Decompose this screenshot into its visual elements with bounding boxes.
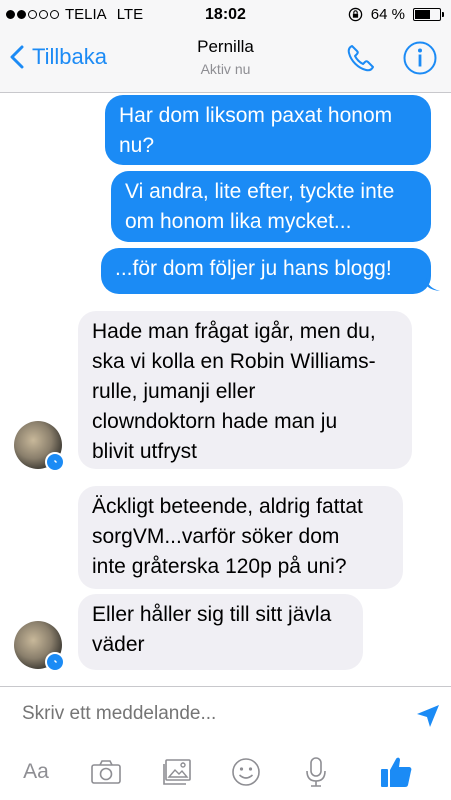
message-line: Har dom liksom paxat honom bbox=[119, 104, 393, 127]
avatar[interactable] bbox=[14, 621, 65, 672]
battery-icon bbox=[413, 8, 444, 21]
message-line: om honom lika mycket... bbox=[125, 210, 352, 233]
status-bar: TELIA LTE 18:02 64 % bbox=[0, 0, 451, 30]
message-line: clowndoktorn hade man ju bbox=[92, 410, 338, 433]
nav-bar: Tillbaka Pernilla Aktiv nu bbox=[0, 30, 451, 93]
bubble-tail-icon bbox=[426, 278, 440, 291]
chevron-left-icon bbox=[10, 45, 24, 69]
back-label: Tillbaka bbox=[32, 44, 107, 69]
phone-icon[interactable] bbox=[343, 40, 379, 76]
gallery-button[interactable] bbox=[157, 752, 197, 792]
text-format-label: Aa bbox=[23, 760, 49, 783]
message-bubble-outgoing[interactable]: Vi andra, lite efter, tyckte inte om hon… bbox=[111, 171, 431, 242]
message-line: Eller håller sig till sitt jävla bbox=[92, 603, 332, 626]
battery-fill bbox=[415, 10, 431, 19]
emoji-icon bbox=[232, 758, 260, 786]
rotation-lock-icon bbox=[348, 7, 363, 22]
thumbs-up-icon bbox=[381, 757, 412, 787]
message-list: Har dom liksom paxat honom nu? Vi andra,… bbox=[0, 93, 451, 685]
message-input[interactable] bbox=[22, 703, 402, 725]
message-line: nu? bbox=[119, 134, 155, 157]
message-line: ...för dom följer ju hans blogg! bbox=[115, 257, 392, 280]
compose-bar bbox=[0, 686, 451, 742]
message-line: Äckligt beteende, aldrig fattat bbox=[92, 495, 363, 518]
gallery-icon bbox=[163, 759, 191, 785]
like-button[interactable] bbox=[376, 752, 416, 792]
info-icon[interactable] bbox=[402, 40, 438, 76]
messenger-badge-icon bbox=[45, 652, 65, 672]
back-button[interactable]: Tillbaka bbox=[10, 44, 107, 70]
send-icon[interactable] bbox=[414, 702, 442, 730]
microphone-button[interactable] bbox=[296, 752, 336, 792]
message-line: väder bbox=[92, 633, 145, 656]
text-format-button[interactable]: Aa bbox=[16, 752, 56, 792]
message-line: Hade man frågat igår, men du, bbox=[92, 320, 376, 343]
message-bubble-incoming[interactable]: Hade man frågat igår, men du, ska vi kol… bbox=[78, 311, 412, 469]
emoji-button[interactable] bbox=[226, 752, 266, 792]
message-line: sorgVM...varför söker dom bbox=[92, 525, 340, 548]
status-right: 64 % bbox=[348, 6, 444, 23]
message-bubble-outgoing[interactable]: ...för dom följer ju hans blogg! bbox=[101, 248, 431, 294]
battery-percent: 64 % bbox=[370, 6, 405, 23]
message-line: rulle, jumanji eller bbox=[92, 380, 256, 403]
message-line: ska vi kolla en Robin Williams- bbox=[92, 350, 376, 373]
avatar[interactable] bbox=[14, 421, 65, 472]
message-bubble-outgoing[interactable]: Har dom liksom paxat honom nu? bbox=[105, 95, 431, 165]
camera-icon bbox=[91, 760, 121, 784]
microphone-icon bbox=[306, 757, 326, 787]
message-bubble-incoming[interactable]: Äckligt beteende, aldrig fattat sorgVM..… bbox=[78, 486, 403, 589]
compose-toolbar: Aa bbox=[0, 742, 451, 800]
messenger-badge-icon bbox=[45, 452, 65, 472]
message-line: Vi andra, lite efter, tyckte inte bbox=[125, 180, 395, 203]
camera-button[interactable] bbox=[86, 752, 126, 792]
message-line: inte gråterska 120p på uni? bbox=[92, 555, 347, 578]
message-bubble-incoming[interactable]: Eller håller sig till sitt jävla väder bbox=[78, 594, 363, 670]
message-line: blivit utfryst bbox=[92, 440, 198, 463]
